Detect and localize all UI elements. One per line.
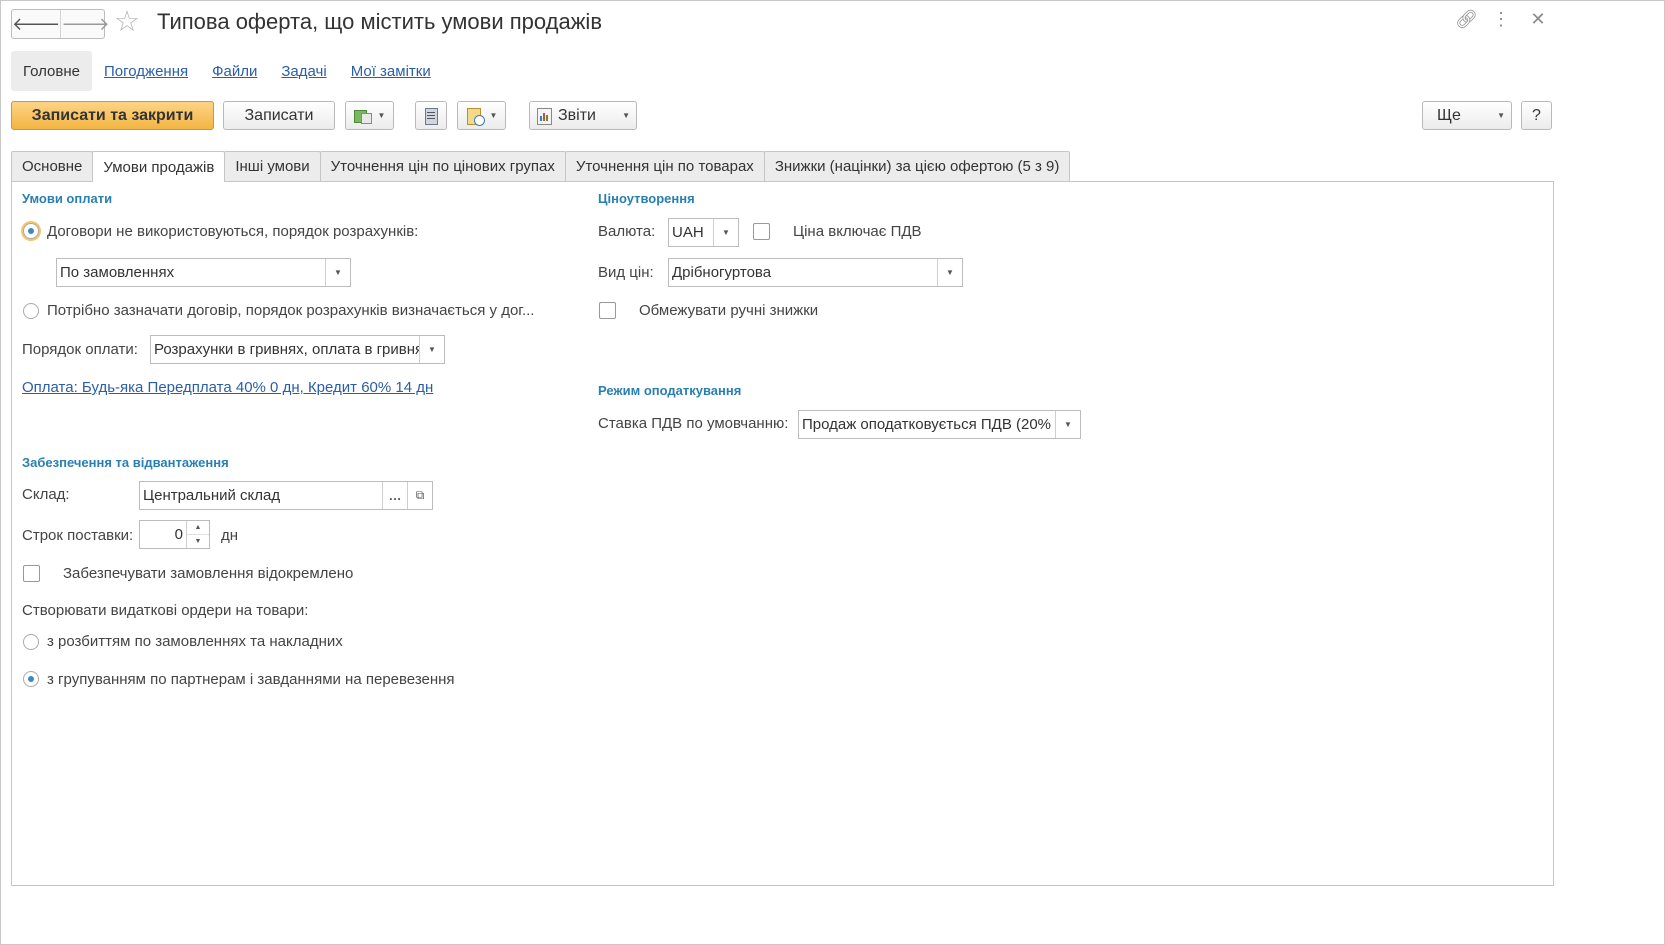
more-button[interactable]: Ще ▼ [1422,101,1512,130]
currency-label: Валюта: [598,223,656,240]
warehouse-value: Центральний склад [143,487,281,504]
no-contracts-radio[interactable] [23,223,39,239]
tab-discounts[interactable]: Знижки (націнки) за цією офертою (5 з 9) [763,151,1071,181]
chevron-down-icon[interactable]: ▼ [325,259,350,286]
warehouse-field[interactable]: Центральний склад … ⧉ [139,481,433,510]
currency-value: UAH [672,224,704,241]
group-partners-label: з групуванням по партнерам і завданнями … [47,671,455,688]
limit-discounts-checkbox[interactable] [599,302,616,319]
tab-tasks[interactable]: Задачі [269,51,338,91]
group-partners-radio[interactable] [23,671,39,687]
chevron-down-icon: ▼ [489,111,498,120]
reports-label: Звіти [558,106,596,124]
settlement-order-select[interactable]: По замовленнях ▼ [56,258,351,287]
list-icon [422,107,440,125]
help-button[interactable]: ? [1521,101,1552,130]
tab-main[interactable]: Головне [11,51,92,91]
save-and-close-button[interactable]: Записати та закрити [11,101,214,130]
chevron-down-icon: ▼ [377,111,386,120]
tab-price-groups[interactable]: Уточнення цін по цінових групах [319,151,566,181]
create-based-on-icon [353,108,372,124]
document-list-button[interactable] [415,101,447,130]
chevron-down-icon: ▼ [622,111,630,120]
payment-order-label: Порядок оплати: [22,341,138,358]
tab-basic[interactable]: Основне [11,151,94,181]
document-clock-icon [466,107,485,126]
tab-sales-terms[interactable]: Умови продажів [92,151,226,182]
forward-arrow-icon[interactable]: 🡒 [60,10,110,38]
no-contracts-label: Договори не використовуються, порядок ро… [47,223,419,240]
warehouse-label: Склад: [22,486,70,503]
arrow-up-icon[interactable]: ▲ [187,521,209,535]
favorite-star-icon[interactable]: ☆ [114,7,140,37]
chevron-down-icon: ▼ [1497,111,1505,120]
chevron-down-icon[interactable]: ▼ [937,259,962,286]
payment-terms-link[interactable]: Оплата: Будь-яка Передплата 40% 0 дн, Кр… [22,379,433,396]
payment-order-select[interactable]: Розрахунки в гривнях, оплата в гривнях ▼ [150,335,445,364]
tax-section-title: Режим оподаткування [598,383,742,398]
form-tabs: Основне Умови продажів Інші умови Уточне… [11,151,1071,182]
payment-order-value: Розрахунки в гривнях, оплата в гривнях [154,341,419,358]
arrow-down-icon[interactable]: ▼ [187,535,209,548]
limit-discounts-label: Обмежувати ручні знижки [639,302,819,319]
report-chart-icon [536,107,554,125]
vat-included-checkbox[interactable] [753,223,770,240]
tab-other-terms[interactable]: Інші умови [224,151,321,181]
tab-approval[interactable]: Погодження [92,51,200,91]
attachments-button[interactable]: ▼ [457,101,506,130]
chevron-down-icon[interactable]: ▼ [1055,411,1080,438]
lead-time-label: Строк поставки: [22,527,134,544]
tab-my-notes[interactable]: Мої замітки [339,51,443,91]
settlement-order-value: По замовленнях [60,264,175,281]
price-type-value: Дрібногуртова [672,264,772,281]
tab-price-goods[interactable]: Уточнення цін по товарах [564,151,765,181]
outbound-orders-label: Створювати видаткові ордери на товари: [22,602,309,619]
link-icon[interactable]: 🔗︎ [1455,9,1478,30]
close-icon[interactable]: ✕ [1527,9,1549,30]
vat-rate-value: Продаж оподатковується ПДВ (20% [802,416,1052,433]
lead-time-value: 0 [174,526,183,543]
save-button[interactable]: Записати [223,101,335,130]
split-orders-radio[interactable] [23,634,39,650]
vat-included-label: Ціна включає ПДВ [793,223,922,240]
open-window-icon[interactable]: ⧉ [407,482,432,509]
more-vertical-icon[interactable]: ⋮ [1490,9,1512,30]
payment-section-title: Умови оплати [22,191,113,206]
lead-time-stepper[interactable]: 0 ▲ ▼ [139,520,210,549]
create-based-on-button[interactable]: ▼ [345,101,394,130]
back-arrow-icon[interactable]: 🡐 [12,10,60,38]
more-label: Ще [1437,106,1461,124]
price-type-select[interactable]: Дрібногуртова ▼ [668,258,963,287]
currency-select[interactable]: UAH ▼ [668,218,739,247]
split-orders-label: з розбиттям по замовленнях та накладних [47,633,343,650]
separate-reserve-checkbox[interactable] [23,565,40,582]
vat-rate-select[interactable]: Продаж оподатковується ПДВ (20% ▼ [798,410,1081,439]
tab-files[interactable]: Файли [200,51,269,91]
vat-rate-label: Ставка ПДВ по умовчанню: [598,415,789,432]
chevron-down-icon[interactable]: ▼ [419,336,444,363]
price-type-label: Вид цін: [598,264,654,281]
main-navigation: Головне Погодження Файли Задачі Мої замі… [11,51,443,91]
lead-time-unit: дн [221,527,239,544]
shipping-section-title: Забезпечення та відвантаження [22,455,229,470]
reports-button[interactable]: Звіти ▼ [529,101,637,130]
separate-reserve-label: Забезпечувати замовлення відокремлено [63,565,354,582]
stepper-buttons: ▲ ▼ [186,521,209,548]
history-nav: 🡐 🡒 [11,9,110,39]
pricing-section-title: Ціноутворення [598,191,695,206]
document-window: 🡐 🡒 ☆ Типова оферта, що містить умови пр… [0,0,1665,945]
contract-required-radio[interactable] [23,303,39,319]
chevron-down-icon[interactable]: ▼ [713,219,738,246]
window-title: Типова оферта, що містить умови продажів [157,9,603,34]
select-ellipsis-icon[interactable]: … [382,482,407,509]
contract-required-label: Потрібно зазначати договір, порядок розр… [47,302,535,319]
